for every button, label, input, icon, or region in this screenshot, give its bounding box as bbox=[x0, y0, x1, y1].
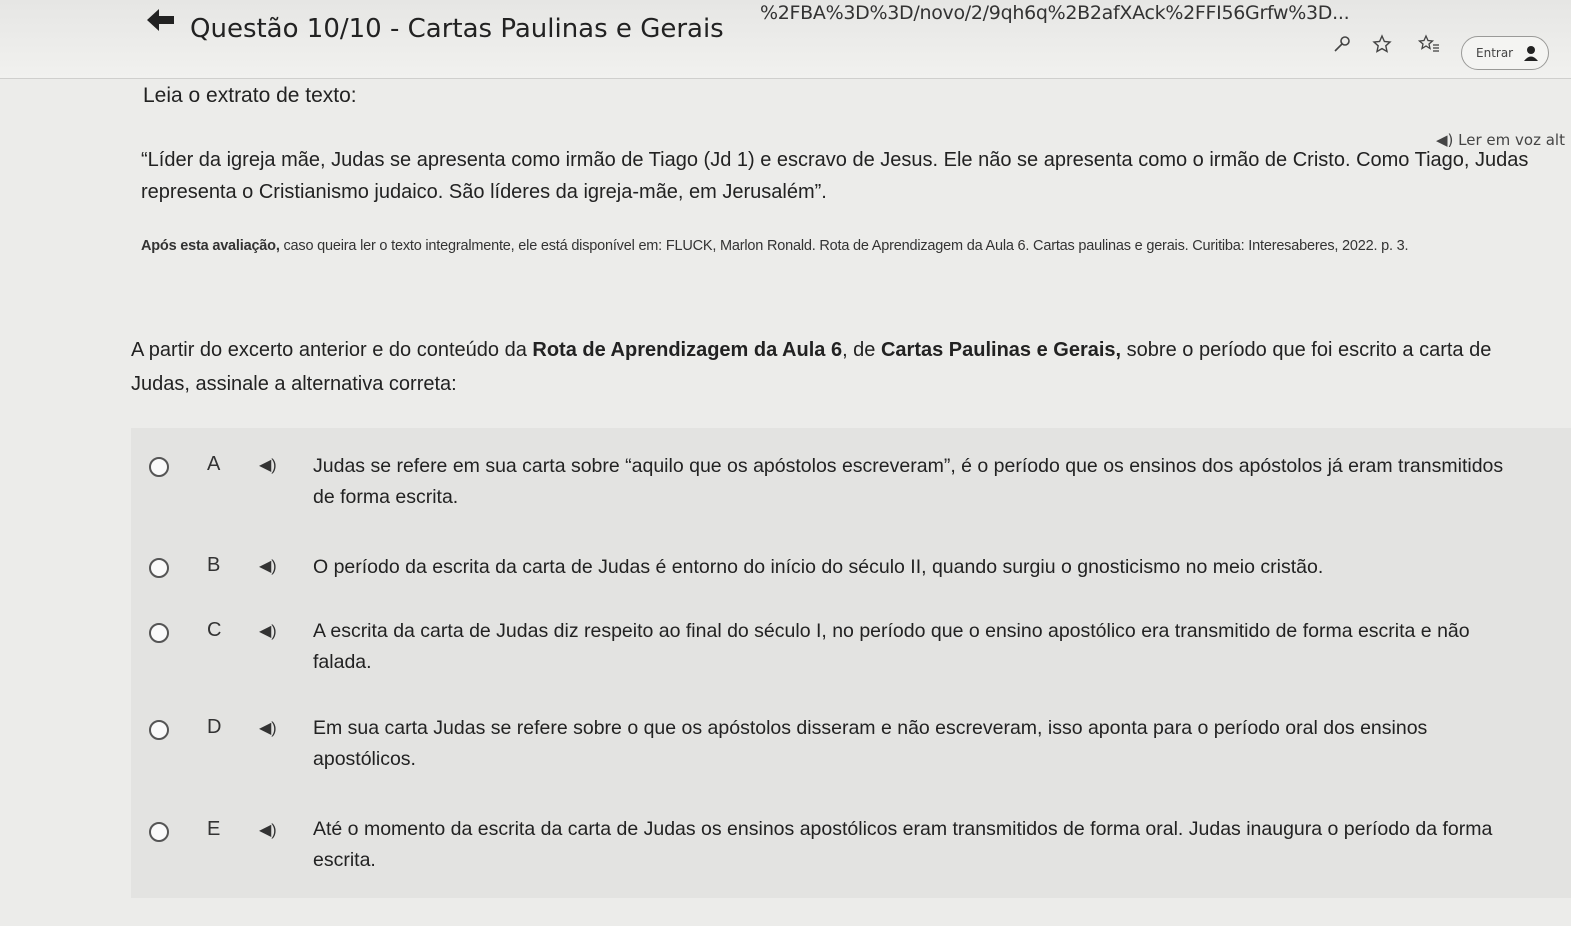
quote-line-2: representa o Cristianismo judaico. São l… bbox=[141, 181, 827, 203]
speaker-icon[interactable]: ◀) bbox=[259, 820, 277, 840]
favorites-icon[interactable] bbox=[1417, 34, 1440, 58]
radio-d[interactable] bbox=[149, 720, 169, 740]
excerpt-quote: “Líder da igreja mãe, Judas se apresenta… bbox=[141, 144, 1561, 208]
source-citation: Após esta avaliação, caso queira ler o t… bbox=[141, 238, 1561, 254]
address-bar[interactable]: %2FBA%3D%3D/novo/2/9qh6q%2B2afXAck%2FFI5… bbox=[760, 2, 1350, 24]
speaker-icon[interactable]: ◀) bbox=[259, 621, 277, 641]
option-text-line: A escrita da carta de Judas diz respeito… bbox=[313, 620, 1470, 642]
option-letter: A bbox=[207, 453, 221, 475]
question-line-2: Judas, assinale a alternativa correta: bbox=[131, 373, 457, 395]
speaker-icon[interactable]: ◀) bbox=[259, 556, 277, 576]
radio-b[interactable] bbox=[149, 558, 169, 578]
option-text: Judas se refere em sua carta sobre “aqui… bbox=[313, 451, 1553, 513]
radio-a[interactable] bbox=[149, 457, 169, 477]
quote-line-1: “Líder da igreja mãe, Judas se apresenta… bbox=[141, 149, 1529, 171]
option-text-line: Em sua carta Judas se refere sobre o que… bbox=[313, 717, 1428, 739]
answer-options: A ◀) Judas se refere em sua carta sobre … bbox=[131, 428, 1571, 898]
option-letter: B bbox=[207, 554, 221, 576]
user-avatar-icon bbox=[1524, 46, 1538, 61]
option-text-line: falada. bbox=[313, 651, 372, 673]
key-icon[interactable] bbox=[1332, 34, 1352, 58]
option-text: Até o momento da escrita da carta de Jud… bbox=[313, 814, 1553, 876]
question-part-3: sobre o período que foi escrito a carta … bbox=[1121, 339, 1492, 361]
option-text: A escrita da carta de Judas diz respeito… bbox=[313, 616, 1553, 678]
back-arrow-icon[interactable] bbox=[147, 7, 175, 37]
option-text-line: O período da escrita da carta de Judas é… bbox=[313, 556, 1324, 578]
page-title: Questão 10/10 - Cartas Paulinas e Gerais bbox=[190, 14, 724, 44]
option-text-line: apostólicos. bbox=[313, 748, 416, 770]
option-text-line: Judas se refere em sua carta sobre “aqui… bbox=[313, 455, 1504, 477]
excerpt-label: Leia o extrato de texto: bbox=[143, 84, 357, 107]
question-bold-2: Cartas Paulinas e Gerais, bbox=[880, 339, 1122, 361]
option-text-line: Até o momento da escrita da carta de Jud… bbox=[313, 818, 1493, 840]
star-icon[interactable] bbox=[1372, 34, 1392, 58]
option-letter: D bbox=[207, 716, 222, 738]
signin-label: Entrar bbox=[1476, 46, 1514, 60]
option-letter: C bbox=[207, 619, 222, 641]
option-text: O período da escrita da carta de Judas é… bbox=[313, 552, 1553, 583]
question-bold-1: Rota de Aprendizagem da Aula 6 bbox=[532, 339, 843, 361]
question-part-2: , de bbox=[842, 339, 881, 361]
option-letter: E bbox=[207, 818, 221, 840]
option-text: Em sua carta Judas se refere sobre o que… bbox=[313, 713, 1553, 775]
option-text-line: escrita. bbox=[313, 849, 376, 871]
speaker-icon[interactable]: ◀) bbox=[259, 455, 277, 475]
radio-c[interactable] bbox=[149, 623, 169, 643]
speaker-icon[interactable]: ◀) bbox=[259, 718, 277, 738]
question-part-1: A partir do excerto anterior e do conteú… bbox=[131, 339, 533, 361]
source-bold: Após esta avaliação, bbox=[141, 238, 280, 254]
source-text: caso queira ler o texto integralmente, e… bbox=[279, 238, 1409, 254]
question-text: A partir do excerto anterior e do conteú… bbox=[131, 333, 1561, 401]
option-text-line: de forma escrita. bbox=[313, 486, 459, 508]
signin-button[interactable]: Entrar bbox=[1461, 36, 1549, 70]
radio-e[interactable] bbox=[149, 822, 169, 842]
